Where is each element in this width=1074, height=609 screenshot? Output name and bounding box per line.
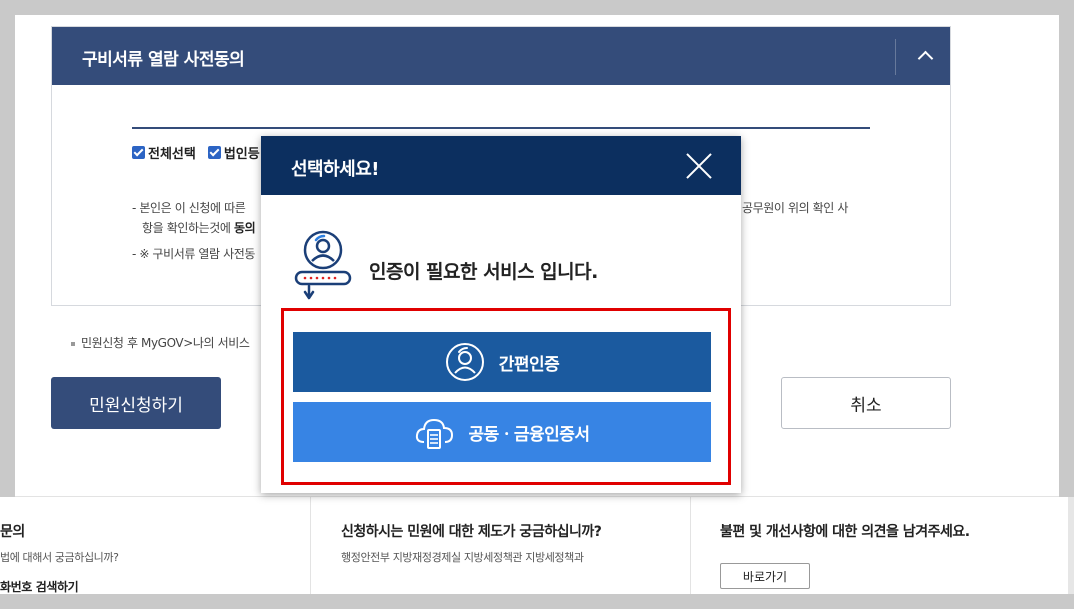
phone-search-link[interactable]: 화번호 검색하기	[0, 578, 79, 595]
certificate-auth-button[interactable]: 공동ㆍ금융인증서	[293, 402, 711, 462]
notice-line-1b: 공무원이 위의 확인 사	[742, 201, 849, 215]
footer-info: 문의 법에 대해서 궁금하십니까? 화번호 검색하기 신청하시는 민원에 대한 …	[0, 496, 1074, 609]
overlay-frame-top	[0, 0, 1074, 15]
checkbox-checked-icon	[132, 146, 145, 159]
user-circle-icon	[445, 343, 484, 381]
section-title: 구비서류 열람 사전동의	[82, 50, 245, 70]
footer-system-title: 신청하시는 민원에 대한 제도가 궁금하십니까?	[341, 524, 602, 540]
footer-divider	[690, 497, 691, 609]
mygov-note: 민원신청 후 MyGOV>나의 서비스	[71, 334, 250, 351]
apply-button[interactable]: 민원신청하기	[51, 377, 221, 429]
corporate-label: 법인등	[223, 147, 260, 162]
select-all-label: 전체선택	[148, 147, 196, 162]
certificate-auth-label: 공동ㆍ금융인증서	[468, 424, 590, 445]
footer-department: 행정안전부 지방재정경제실 지방세정책관 지방세정책과	[341, 551, 584, 564]
collapse-button[interactable]	[910, 41, 942, 71]
agreement-divider	[132, 127, 870, 129]
simple-auth-button[interactable]: 간편인증	[293, 332, 711, 392]
chevron-up-icon	[917, 50, 934, 67]
section-header: 구비서류 열람 사전동의	[52, 27, 950, 85]
consent-checkbox-row: 전체선택 법인등	[132, 143, 260, 162]
user-auth-icon	[294, 230, 352, 300]
select-all-checkbox[interactable]: 전체선택	[132, 143, 196, 162]
footer-divider	[310, 497, 311, 609]
simple-auth-label: 간편인증	[498, 354, 560, 375]
notice-line-2: 항을 확인하는것에 동의	[142, 221, 256, 235]
auth-required-message: 인증이 필요한 서비스 입니다.	[369, 261, 598, 283]
modal-header: 선택하세요!	[261, 136, 741, 195]
footer-inquiry-title: 문의	[0, 524, 25, 540]
corporate-checkbox[interactable]: 법인등	[207, 143, 260, 162]
overlay-frame-bottom	[0, 594, 1074, 609]
auth-select-modal: 선택하세요! 인증이 필요한 서비스 입니다. 간편인증 공동ㆍ금융인증서	[261, 136, 741, 493]
cloud-certificate-icon	[416, 418, 454, 449]
modal-title: 선택하세요!	[291, 159, 380, 180]
notice-line-1a: - 본인은 이 신청에 따른	[132, 201, 246, 215]
header-divider	[895, 39, 896, 75]
footer-feedback-title: 불편 및 개선사항에 대한 의견을 남겨주세요.	[720, 524, 970, 540]
footer-inquiry-sub: 법에 대해서 궁금하십니까?	[0, 551, 119, 564]
scrollbar[interactable]	[1068, 497, 1074, 594]
overlay-frame-right	[1059, 0, 1074, 497]
overlay-frame-left	[0, 0, 15, 497]
notice-line-3: - ※ 구비서류 열람 사전동	[132, 247, 256, 261]
close-icon[interactable]	[685, 152, 713, 180]
cancel-button[interactable]: 취소	[781, 377, 951, 429]
feedback-go-button[interactable]: 바로가기	[720, 563, 810, 589]
checkbox-checked-icon	[207, 146, 221, 159]
